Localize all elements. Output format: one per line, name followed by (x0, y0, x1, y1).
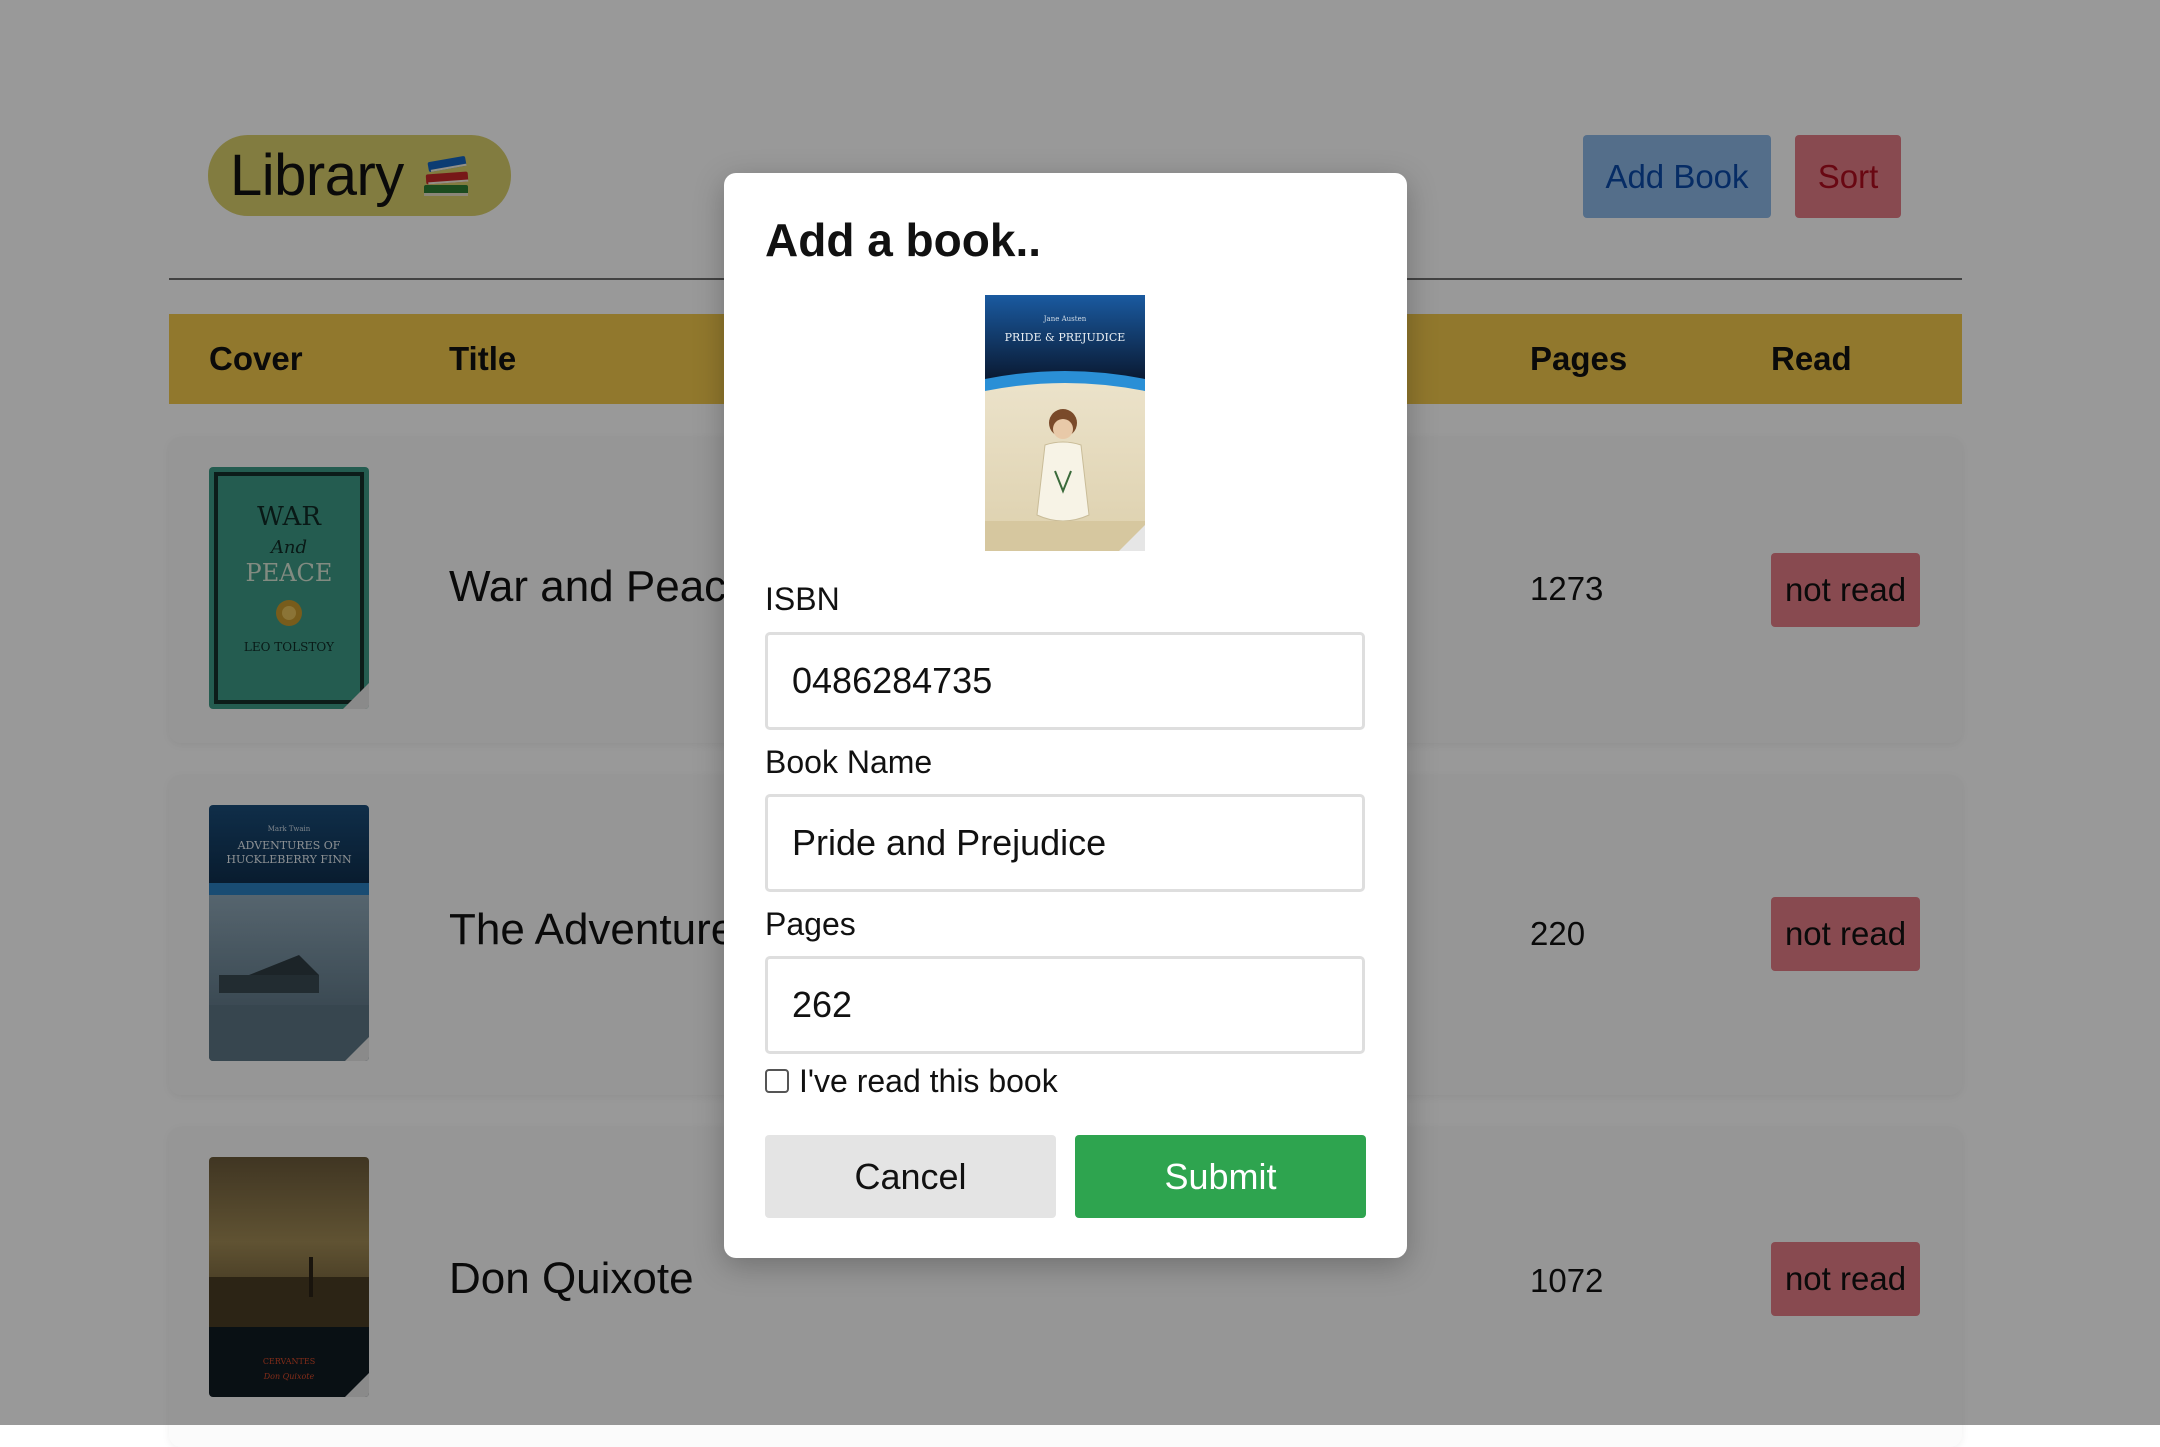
pages-label: Pages (765, 906, 856, 942)
svg-text:Jane Austen: Jane Austen (1043, 315, 1087, 323)
pages-input[interactable] (765, 956, 1365, 1054)
submit-button[interactable]: Submit (1075, 1135, 1366, 1218)
add-book-dialog: Add a book.. Jane Austen PRIDE & PREJUDI… (724, 173, 1407, 1258)
read-checkbox[interactable] (765, 1069, 789, 1093)
book-name-label: Book Name (765, 744, 933, 780)
book-name-input[interactable] (765, 794, 1365, 892)
pride-and-prejudice-cover: Jane Austen PRIDE & PREJUDICE (985, 295, 1145, 551)
isbn-input[interactable] (765, 632, 1365, 730)
cancel-button[interactable]: Cancel (765, 1135, 1056, 1218)
isbn-label: ISBN (765, 581, 840, 617)
read-checkbox-label[interactable]: I've read this book (799, 1063, 1058, 1100)
svg-text:PRIDE & PREJUDICE: PRIDE & PREJUDICE (1005, 331, 1126, 344)
read-checkbox-row[interactable]: I've read this book (765, 1061, 1058, 1101)
library-app: Library Add Book Sort Cover Title Pages … (0, 0, 2160, 1447)
dialog-title: Add a book.. (765, 214, 1041, 266)
